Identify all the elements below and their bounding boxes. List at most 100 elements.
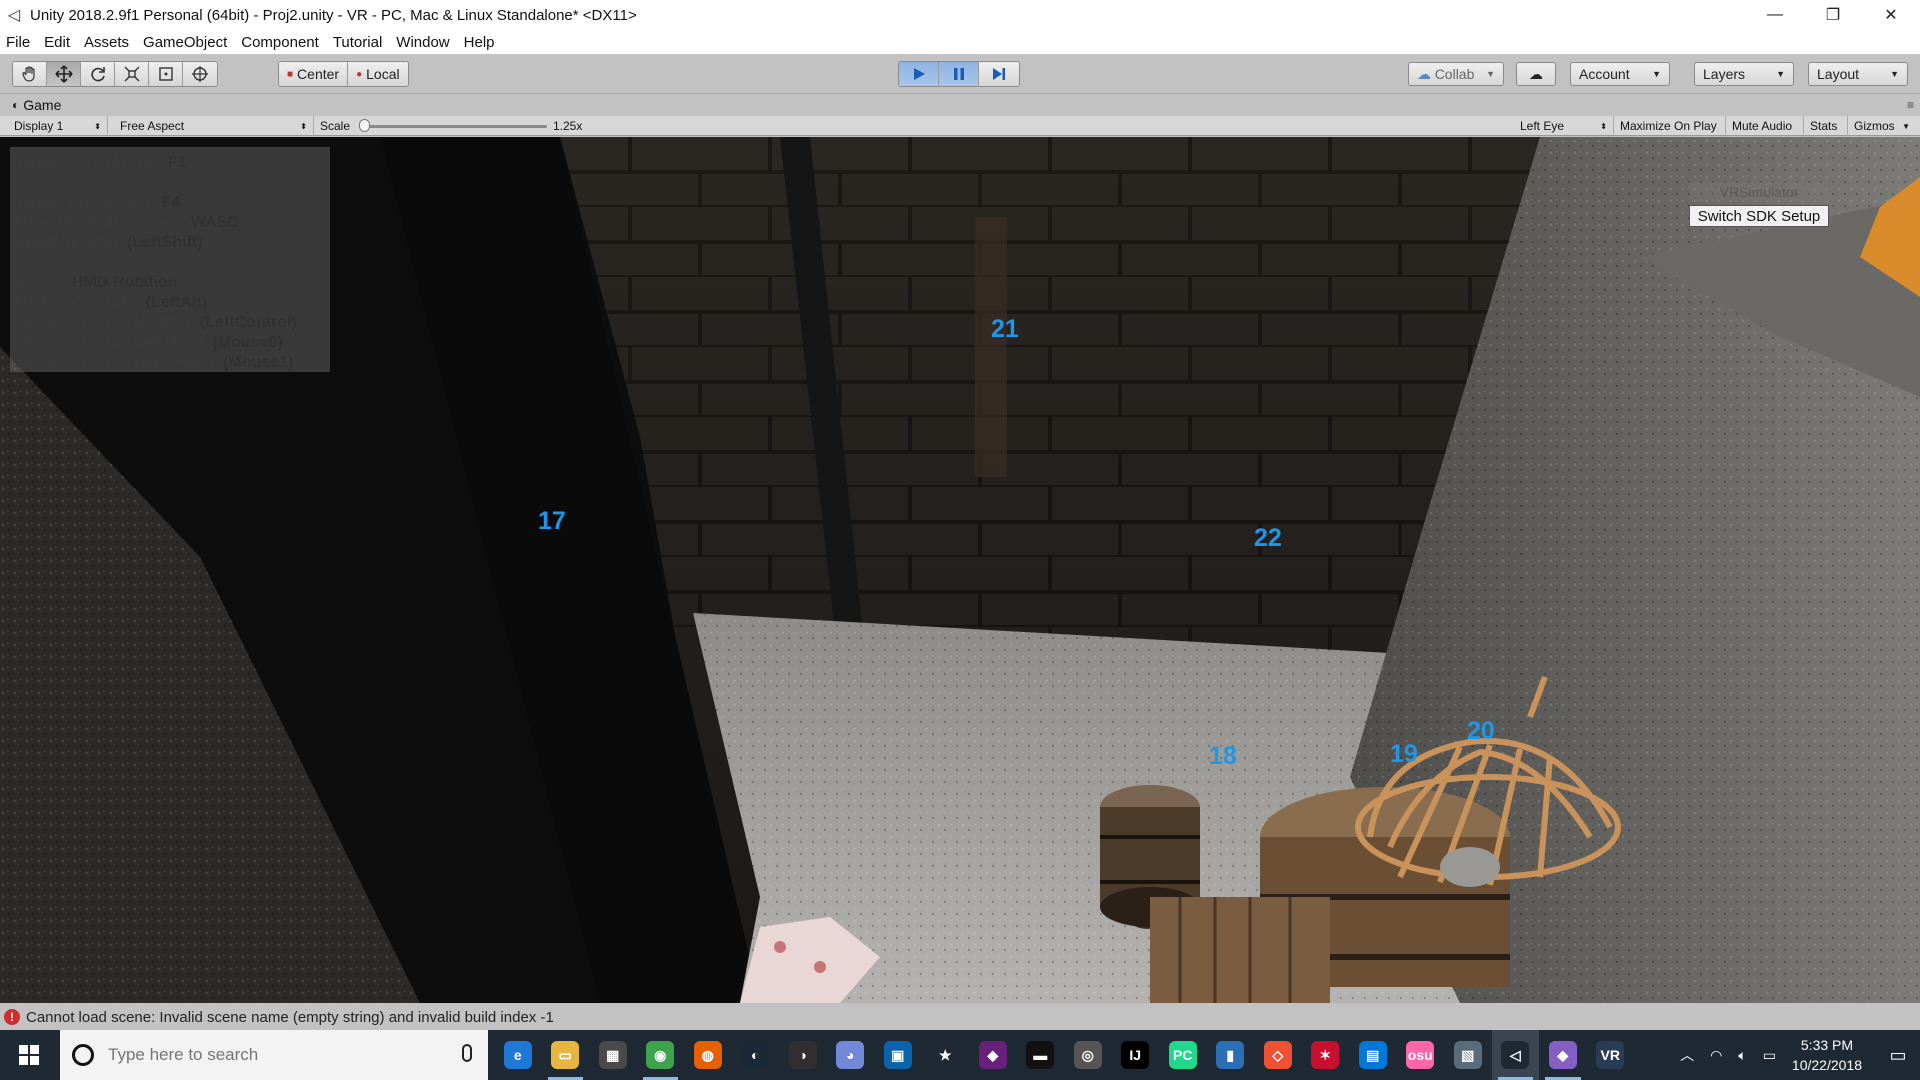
eye-dropdown[interactable]: Left Eye ⬍ <box>1514 116 1614 136</box>
mute-audio-toggle[interactable]: Mute Audio <box>1726 116 1804 136</box>
display-dropdown[interactable]: Display 1 ⬍ <box>8 116 108 136</box>
scene-label-22: 22 <box>1254 524 1282 552</box>
microphone-icon[interactable] <box>462 1044 472 1062</box>
taskbar-app-discord[interactable]: ◕ <box>827 1030 875 1080</box>
taskbar-app-unity[interactable]: ◁ <box>1491 1030 1539 1080</box>
account-dropdown[interactable]: Account ▼ <box>1570 62 1670 86</box>
hint-distance-modifier: Distance Pickup Modifier: (LeftControl) <box>15 314 297 331</box>
clock[interactable]: 5:33 PM 10/22/2018 <box>1792 1035 1862 1075</box>
taskbar-app-photos[interactable]: ▧ <box>1444 1030 1492 1080</box>
taskbar-app-remote-desktop[interactable]: ▤ <box>1349 1030 1397 1080</box>
chevron-down-icon: ▼ <box>1486 69 1495 79</box>
window-controls: — ❐ ✕ <box>1746 0 1920 30</box>
close-button[interactable]: ✕ <box>1862 0 1920 30</box>
transform-tools <box>12 61 218 87</box>
console-status-bar[interactable]: ! Cannot load scene: Invalid scene name … <box>0 1004 1920 1030</box>
chevron-down-icon: ▼ <box>1776 69 1785 79</box>
taskbar-app-terminal[interactable]: ▬ <box>1017 1030 1065 1080</box>
chevron-down-icon: ▼ <box>1652 69 1661 79</box>
taskbar-app-bookmark-app[interactable]: ▮ <box>1207 1030 1255 1080</box>
game-view-toolbar: Display 1 ⬍ Free Aspect ⬍ Scale 1.25x Le… <box>0 116 1920 136</box>
taskbar-app-chrome[interactable]: ◉ <box>637 1030 685 1080</box>
git-icon: ◇ <box>1263 1041 1292 1069</box>
rect-tool-icon[interactable] <box>149 62 183 86</box>
pivot-center-button[interactable]: ■ Center <box>279 62 349 86</box>
taskbar-app-gamepad[interactable]: ◎ <box>1064 1030 1112 1080</box>
taskbar-app-favorite[interactable]: ★ <box>922 1030 970 1080</box>
notification-icon[interactable]: ▭ <box>1876 1030 1920 1080</box>
chevron-updown-icon: ⬍ <box>94 121 101 131</box>
gizmos-dropdown[interactable]: Gizmos ▼ <box>1848 116 1916 136</box>
volume-icon[interactable]: 🔈︎ <box>1738 1047 1746 1064</box>
taskbar-app-visual-studio-2[interactable]: ◆ <box>1539 1030 1587 1080</box>
taskbar-app-steam[interactable]: ◐ <box>732 1030 780 1080</box>
outlook-icon: ▣ <box>883 1041 912 1069</box>
play-button[interactable] <box>899 62 939 86</box>
photos-icon: ▧ <box>1453 1041 1482 1069</box>
taskbar-search[interactable] <box>60 1030 488 1080</box>
taskbar-app-outlook[interactable]: ▣ <box>874 1030 922 1080</box>
minimize-button[interactable]: — <box>1746 0 1804 30</box>
game-tab[interactable]: ◐ Game ≡ <box>0 95 1920 115</box>
search-input[interactable] <box>108 1045 438 1065</box>
switch-sdk-setup-button[interactable]: Switch SDK Setup <box>1689 205 1829 227</box>
taskbar-app-intellij[interactable]: IJ <box>1112 1030 1160 1080</box>
aspect-dropdown[interactable]: Free Aspect ⬍ <box>114 116 314 136</box>
pause-button[interactable] <box>939 62 979 86</box>
taskbar-app-firefox[interactable]: ◍ <box>684 1030 732 1080</box>
cloud-button[interactable]: ☁ <box>1516 62 1556 86</box>
chevron-updown-icon: ⬍ <box>1600 121 1607 131</box>
maple-icon: ✶ <box>1311 1041 1340 1069</box>
file-explorer-icon: ▭ <box>551 1041 580 1069</box>
hint-sprint: Sprint Modifier: (LeftShift) <box>15 234 203 251</box>
game-controller-icon: ◐ <box>12 98 20 112</box>
taskbar-app-visual-studio[interactable]: ◆ <box>969 1030 1017 1080</box>
scale-value: 1.25x <box>553 119 583 133</box>
start-button[interactable] <box>0 1030 58 1080</box>
chevron-down-icon: ▼ <box>1902 121 1910 131</box>
pinned-apps: e ▭ ▦ ◉ ◍ ◐ ◑ ◕ ▣ ★ ◆ ▬ ◎ IJ PC ▮ ◇ ✶ ▤ osu ▧ ◁ ◆ VR <box>494 1030 1634 1080</box>
taskbar-app-git[interactable]: ◇ <box>1254 1030 1302 1080</box>
battery-icon[interactable]: ▭ <box>1763 1047 1776 1064</box>
menu-help[interactable]: Help <box>464 34 495 51</box>
menu-file[interactable]: File <box>6 34 30 51</box>
taskbar-app-obs[interactable]: ◑ <box>779 1030 827 1080</box>
scene-label-19: 19 <box>1390 740 1418 768</box>
hand-tool-icon[interactable] <box>13 62 47 86</box>
taskbar-app-vr[interactable]: VR <box>1587 1030 1635 1080</box>
menu-component[interactable]: Component <box>241 34 319 51</box>
collab-dropdown[interactable]: ☁ Collab ▼ <box>1408 62 1504 86</box>
pivot-local-button[interactable]: ● Local <box>348 62 408 86</box>
collab-label: Collab <box>1434 66 1475 82</box>
panel-menu-icon[interactable]: ≡ <box>1907 98 1914 112</box>
scale-slider-track[interactable] <box>362 125 547 128</box>
menu-tutorial[interactable]: Tutorial <box>333 34 382 51</box>
scale-slider-thumb[interactable] <box>359 119 370 132</box>
maximize-on-play-toggle[interactable]: Maximize On Play <box>1614 116 1726 136</box>
rotate-tool-icon[interactable] <box>81 62 115 86</box>
display-label: Display 1 <box>14 119 64 133</box>
chevron-up-icon[interactable]: ︿ <box>1680 1045 1694 1065</box>
wifi-icon[interactable]: ◠ <box>1710 1047 1722 1064</box>
taskbar-app-osu[interactable]: osu <box>1397 1030 1445 1080</box>
menu-assets[interactable]: Assets <box>84 34 129 51</box>
menu-gameobject[interactable]: GameObject <box>143 34 227 51</box>
scale-tool-icon[interactable] <box>115 62 149 86</box>
move-tool-icon[interactable] <box>47 62 81 86</box>
transform-tool-icon[interactable] <box>183 62 217 86</box>
step-button[interactable] <box>979 62 1019 86</box>
taskbar-app-pycharm[interactable]: PC <box>1159 1030 1207 1080</box>
restore-button[interactable]: ❐ <box>1804 0 1862 30</box>
taskbar-app-maple[interactable]: ✶ <box>1302 1030 1350 1080</box>
taskbar-app-file-explorer[interactable]: ▭ <box>542 1030 590 1080</box>
layers-dropdown[interactable]: Layers ▼ <box>1694 62 1794 86</box>
menu-window[interactable]: Window <box>396 34 449 51</box>
menu-edit[interactable]: Edit <box>44 34 70 51</box>
layout-dropdown[interactable]: Layout ▼ <box>1808 62 1908 86</box>
taskbar-app-store[interactable]: ▦ <box>589 1030 637 1080</box>
taskbar-app-edge[interactable]: e <box>494 1030 542 1080</box>
stats-toggle[interactable]: Stats <box>1804 116 1848 136</box>
remote-desktop-icon: ▤ <box>1358 1041 1387 1069</box>
game-viewport[interactable]: Toggle Control Hints: F1 Toggle Mouse Lo… <box>0 137 1920 1003</box>
cloud-icon: ☁ <box>1529 65 1543 82</box>
